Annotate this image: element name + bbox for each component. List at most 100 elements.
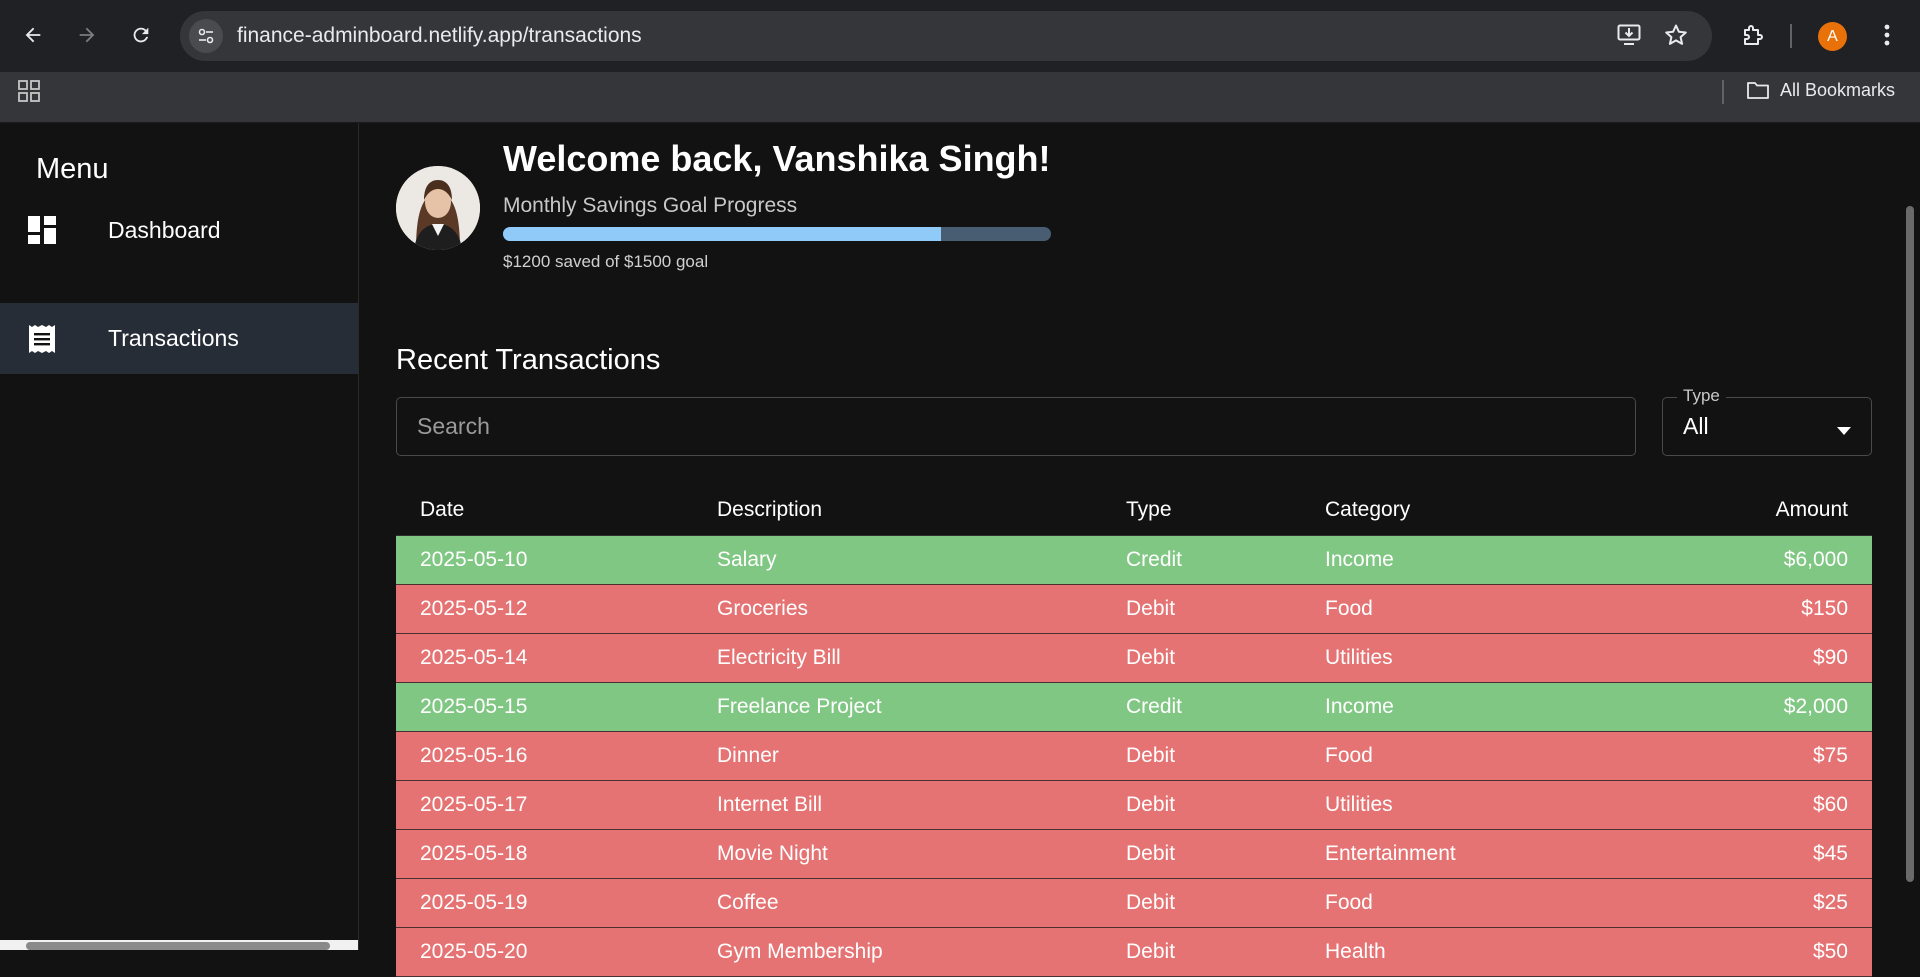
bookmark-star-button[interactable]: [1659, 18, 1693, 52]
menu-title: Menu: [36, 153, 109, 185]
cell-amount: $75: [1642, 731, 1872, 781]
cell-amount: $25: [1642, 878, 1872, 928]
cell-category: Food: [1301, 584, 1643, 634]
cell-category: Food: [1301, 878, 1643, 928]
reload-button[interactable]: [124, 18, 158, 52]
search-input[interactable]: [396, 397, 1636, 456]
cell-date: 2025-05-10: [396, 535, 693, 585]
table-row[interactable]: 2025-05-15 Freelance Project Credit Income $…: [396, 682, 1872, 732]
cell-category: Entertainment: [1301, 829, 1643, 879]
install-app-button[interactable]: [1612, 18, 1646, 52]
toolbar-divider: [1790, 24, 1792, 48]
star-icon: [1665, 24, 1687, 45]
column-header-amount[interactable]: Amount: [1642, 484, 1872, 536]
sidebar-item-label: Transactions: [108, 325, 239, 351]
cell-date: 2025-05-16: [396, 731, 693, 781]
cell-amount: $150: [1642, 584, 1872, 634]
section-title: Recent Transactions: [396, 344, 661, 376]
table-row[interactable]: 2025-05-18 Movie Night Debit Entertainment $…: [396, 829, 1872, 879]
cell-description: Groceries: [693, 584, 1102, 634]
cell-category: Income: [1301, 682, 1643, 732]
receipt-icon: [28, 324, 56, 359]
sidebar-item-dashboard[interactable]: Dashboard: [0, 195, 358, 266]
cell-type: Debit: [1102, 829, 1301, 879]
page-scrollbar[interactable]: [1906, 206, 1914, 882]
column-header-category[interactable]: Category: [1301, 484, 1643, 536]
savings-progress-fill: [503, 227, 942, 241]
cell-type: Debit: [1102, 878, 1301, 928]
cell-category: Health: [1301, 927, 1643, 977]
savings-goal-text: $1200 saved of $1500 goal: [503, 252, 709, 271]
cell-type: Debit: [1102, 927, 1301, 977]
sidebar: Menu Dashboard Transactions: [0, 123, 359, 950]
cell-category: Food: [1301, 731, 1643, 781]
column-header-date[interactable]: Date: [396, 484, 693, 536]
table-header-row: Date Description Type Category Amount: [396, 484, 1872, 536]
cell-description: Salary: [693, 535, 1102, 585]
cell-description: Gym Membership: [693, 927, 1102, 977]
cell-type: Credit: [1102, 535, 1301, 585]
table-row[interactable]: 2025-05-12 Groceries Debit Food $150: [396, 584, 1872, 634]
table-row[interactable]: 2025-05-19 Coffee Debit Food $25: [396, 878, 1872, 928]
table-row[interactable]: 2025-05-14 Electricity Bill Debit Utilities…: [396, 633, 1872, 683]
folder-icon: [1747, 82, 1769, 99]
cell-type: Debit: [1102, 780, 1301, 830]
sidebar-item-label: Dashboard: [108, 217, 221, 243]
cell-category: Income: [1301, 535, 1643, 585]
bookmarks-divider: [1722, 80, 1724, 104]
table-row[interactable]: 2025-05-20 Gym Membership Debit Health $50: [396, 927, 1872, 977]
transactions-table: Date Description Type Category Amount 20…: [396, 484, 1872, 977]
puzzle-icon: [1744, 25, 1763, 45]
cell-amount: $6,000: [1642, 535, 1872, 585]
column-header-type[interactable]: Type: [1102, 484, 1301, 536]
apps-grid-icon[interactable]: [18, 80, 40, 107]
cell-amount: $60: [1642, 780, 1872, 830]
cell-type: Debit: [1102, 633, 1301, 683]
type-filter-label: Type: [1677, 386, 1726, 406]
address-bar[interactable]: finance-adminboard.netlify.app/transacti…: [180, 11, 1712, 61]
table-row[interactable]: 2025-05-17 Internet Bill Debit Utilities $60: [396, 780, 1872, 830]
type-filter-value: All: [1683, 413, 1709, 439]
profile-avatar[interactable]: A: [1818, 22, 1847, 51]
dashboard-icon: [28, 216, 56, 249]
user-avatar: [396, 166, 480, 250]
url-text[interactable]: finance-adminboard.netlify.app/transacti…: [237, 24, 642, 48]
cell-amount: $2,000: [1642, 682, 1872, 732]
cell-category: Utilities: [1301, 633, 1643, 683]
extensions-button[interactable]: [1736, 18, 1770, 52]
savings-goal-label: Monthly Savings Goal Progress: [503, 194, 798, 217]
bookmarks-bar: [0, 72, 1920, 123]
forward-button[interactable]: [70, 18, 104, 52]
cell-date: 2025-05-19: [396, 878, 693, 928]
browser-menu-button[interactable]: [1870, 18, 1904, 52]
cell-date: 2025-05-15: [396, 682, 693, 732]
column-header-description[interactable]: Description: [693, 484, 1102, 536]
forward-arrow-icon: [79, 27, 95, 43]
more-vert-icon: [1884, 24, 1890, 46]
install-icon: [1617, 24, 1641, 45]
cell-date: 2025-05-17: [396, 780, 693, 830]
cell-date: 2025-05-12: [396, 584, 693, 634]
cell-type: Credit: [1102, 682, 1301, 732]
site-info-icon[interactable]: [189, 19, 223, 53]
back-button[interactable]: [16, 18, 50, 52]
scrollbar-thumb[interactable]: [26, 942, 330, 950]
sidebar-item-transactions[interactable]: Transactions: [0, 303, 358, 374]
cell-category: Utilities: [1301, 780, 1643, 830]
savings-progress-bar: [503, 227, 1051, 241]
cell-date: 2025-05-14: [396, 633, 693, 683]
cell-amount: $50: [1642, 927, 1872, 977]
cell-type: Debit: [1102, 584, 1301, 634]
welcome-heading: Welcome back, Vanshika Singh!: [503, 138, 1051, 179]
cell-description: Electricity Bill: [693, 633, 1102, 683]
cell-description: Freelance Project: [693, 682, 1102, 732]
cell-description: Movie Night: [693, 829, 1102, 879]
table-row[interactable]: 2025-05-10 Salary Credit Income $6,000: [396, 535, 1872, 585]
table-row[interactable]: 2025-05-16 Dinner Debit Food $75: [396, 731, 1872, 781]
sidebar-horizontal-scrollbar[interactable]: [0, 940, 358, 950]
cell-date: 2025-05-20: [396, 927, 693, 977]
type-filter-select[interactable]: Type All: [1662, 386, 1872, 456]
all-bookmarks-button[interactable]: All Bookmarks: [1746, 76, 1895, 104]
reload-icon: [133, 27, 149, 43]
cell-description: Coffee: [693, 878, 1102, 928]
